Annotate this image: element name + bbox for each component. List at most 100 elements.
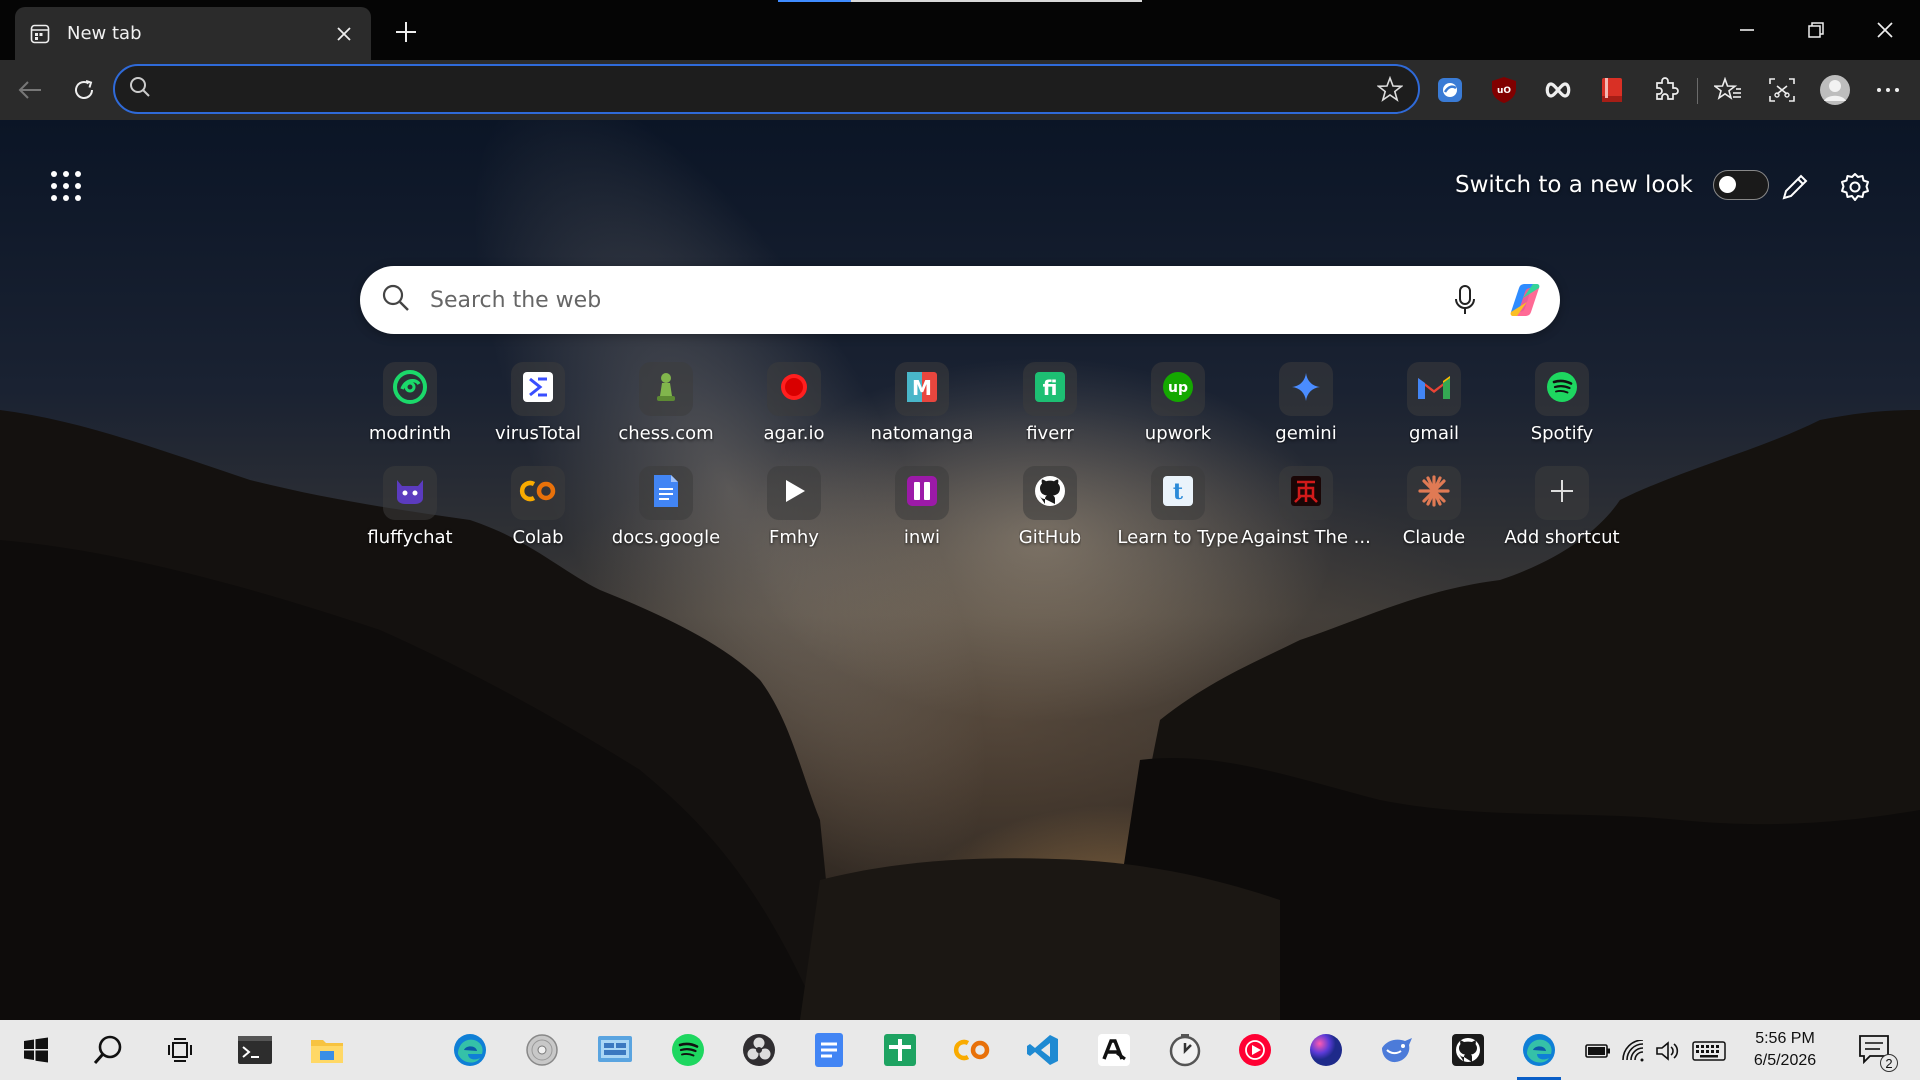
natomanga-icon: M [905,370,939,408]
shortcut-chess-com[interactable]: chess.com [601,362,731,457]
search-icon [382,284,410,316]
gmail-icon [1416,373,1452,405]
shortcut-spotify[interactable]: Spotify [1497,362,1627,457]
extensions-puzzle-icon[interactable] [1650,74,1682,106]
apps-launcher-icon[interactable] [48,168,84,204]
tab-new-tab[interactable]: New tab [15,7,371,60]
tab-strip: New tab [0,0,1920,60]
svg-text:uO: uO [1497,86,1511,96]
edge-app-icon[interactable] [442,1026,498,1074]
favorites-icon[interactable] [1712,74,1744,106]
minimize-button[interactable] [1725,10,1769,50]
upwork-icon: up [1161,370,1195,408]
clock-app-icon[interactable] [1157,1026,1213,1074]
infinity-extension-icon[interactable] [1542,74,1574,106]
new-tab-button[interactable] [390,16,422,48]
disc-app-icon[interactable] [514,1026,570,1074]
file-explorer-icon[interactable] [299,1026,355,1074]
font-app-icon[interactable] [1086,1026,1142,1074]
task-view-icon[interactable] [152,1026,208,1074]
shortcut-gmail[interactable]: gmail [1369,362,1499,457]
search-icon[interactable] [80,1026,136,1074]
shortcut-learn-to-type[interactable]: t Learn to Type [1113,466,1243,561]
shortcut-modrinth[interactable]: modrinth [345,362,475,457]
system-clock[interactable]: 5:56 PM 6/5/2026 [1740,1028,1830,1072]
shortcut-docs-google[interactable]: docs.google [601,466,731,561]
edge-browser-taskbar-icon[interactable] [1511,1026,1567,1080]
colab-app-icon[interactable] [944,1026,1000,1074]
wifi-icon[interactable] [1621,1038,1647,1064]
background-image [0,120,1920,1020]
battery-icon[interactable] [1585,1038,1611,1064]
shortcut-fluffychat[interactable]: fluffychat [345,466,475,561]
restore-button[interactable] [1794,10,1838,50]
google-sheets-app-icon[interactable] [872,1026,928,1074]
shortcut-upwork[interactable]: up upwork [1113,362,1243,457]
favorite-star-icon[interactable] [1374,73,1406,105]
copilot-icon[interactable] [1500,275,1550,325]
modrinth-icon [392,369,428,409]
colab-icon [519,479,557,507]
control-panel-icon[interactable] [587,1026,643,1074]
terminal-icon[interactable] [227,1026,283,1074]
gemini-icon [1290,371,1322,407]
shortcut-github[interactable]: GitHub [985,466,1115,561]
svg-text:up: up [1168,380,1188,396]
github-desktop-app-icon[interactable] [1440,1026,1496,1074]
notification-center-icon[interactable]: 2 [1858,1034,1898,1072]
address-bar[interactable] [113,64,1420,114]
new-look-toggle[interactable] [1712,170,1769,200]
shortcut-inwi[interactable]: inwi [857,466,987,561]
github-icon [1033,474,1067,512]
shortcut-claude[interactable]: Claude [1369,466,1499,561]
screenshot-icon[interactable] [1766,74,1798,106]
vscode-app-icon[interactable] [1015,1026,1071,1074]
clock-date: 6/5/2026 [1753,1052,1817,1069]
shortcut-fmhy[interactable]: Fmhy [729,466,859,561]
youtube-music-app-icon[interactable] [1227,1026,1283,1074]
close-window-button[interactable] [1863,10,1907,50]
virustotal-icon [521,370,555,408]
volume-icon[interactable] [1655,1038,1681,1064]
start-menu-icon[interactable] [8,1026,64,1074]
edit-background-pencil-icon[interactable] [1775,167,1815,207]
svg-text:t: t [1173,479,1184,505]
fiverr-icon: fi [1033,370,1067,408]
close-tab-icon[interactable] [331,21,357,47]
shortcut-virustotal[interactable]: virusTotal [473,362,603,457]
ublock-origin-icon[interactable]: uO [1488,74,1520,106]
claude-icon [1417,474,1451,512]
web-search-box[interactable] [360,266,1560,334]
bird-app-icon[interactable] [1369,1026,1425,1074]
agar-icon [778,371,810,407]
new-look-switch-row: Switch to a new look [1455,170,1769,200]
refresh-button[interactable] [64,70,104,110]
book-extension-icon[interactable] [1596,74,1628,106]
shortcut-gemini[interactable]: gemini [1241,362,1371,457]
extension-browser-sync-icon[interactable] [1434,74,1466,106]
obs-studio-icon[interactable] [731,1026,787,1074]
fluffychat-icon [393,476,427,510]
browser-toolbar: uO [0,60,1920,120]
shortcut-colab[interactable]: Colab [473,466,603,561]
shortcut-natomanga[interactable]: M natomanga [857,362,987,457]
profile-avatar[interactable] [1819,74,1851,106]
back-button[interactable] [10,70,50,110]
microphone-icon[interactable] [1440,275,1490,325]
web-search-input[interactable] [430,287,1430,313]
address-input[interactable] [161,78,1374,100]
chess-pawn-icon [651,370,681,408]
page-settings-gear-icon[interactable] [1835,167,1875,207]
spotify-app-icon[interactable] [660,1026,716,1074]
shortcut-agar-io[interactable]: agar.io [729,362,859,457]
shortcut-fiverr[interactable]: fi fiverr [985,362,1115,457]
learn-to-type-icon: t [1161,474,1195,512]
inwi-icon [905,474,939,512]
keyboard-icon[interactable] [1692,1038,1726,1064]
more-options-icon[interactable] [1872,74,1904,106]
new-look-label: Switch to a new look [1455,172,1693,198]
add-shortcut-button[interactable]: Add shortcut [1497,466,1627,561]
shortcut-against-the[interactable]: Against The ... [1241,466,1371,561]
google-docs-app-icon[interactable] [801,1026,857,1074]
purple-app-icon[interactable] [1298,1026,1354,1074]
